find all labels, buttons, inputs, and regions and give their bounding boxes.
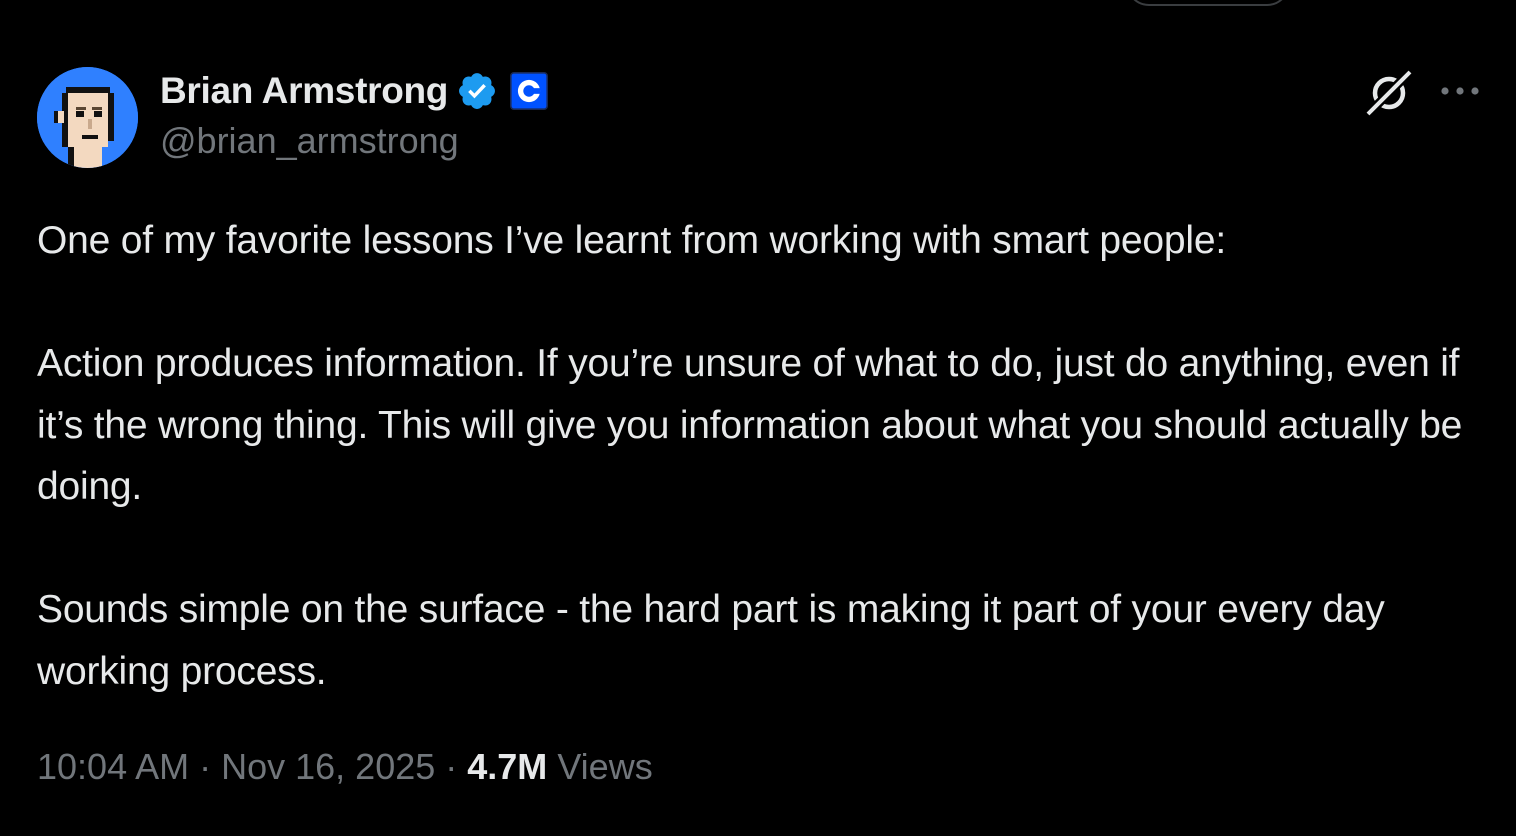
views-count[interactable]: 4.7M <box>467 746 547 787</box>
pixel-punk-avatar-icon <box>37 67 138 168</box>
views-label: Views <box>547 746 653 787</box>
more-options-icon[interactable] <box>1438 84 1482 98</box>
author-name-row: Brian Armstrong <box>160 68 549 114</box>
author-handle[interactable]: @brian_armstrong <box>160 120 459 162</box>
coinbase-logo-icon[interactable] <box>510 72 549 110</box>
tweet-body: One of my favorite lessons I’ve learnt f… <box>37 210 1487 702</box>
tweet-time[interactable]: 10:04 AM <box>37 746 189 787</box>
tweet-paragraph: One of my favorite lessons I’ve learnt f… <box>37 219 1226 262</box>
meta-separator: · <box>435 746 468 787</box>
avatar[interactable] <box>37 67 138 168</box>
tweet-paragraph: Sounds simple on the surface - the hard … <box>37 588 1385 693</box>
grok-icon[interactable] <box>1362 68 1416 118</box>
meta-separator: · <box>189 746 222 787</box>
verified-badge-icon[interactable] <box>456 70 498 112</box>
tweet-paragraph: Action produces information. If you’re u… <box>37 342 1463 508</box>
tweet-meta-row: 10:04 AM · Nov 16, 2025 · 4.7M Views <box>37 746 653 788</box>
tweet-detail-page: Brian Armstrong @brian_armstrong One of … <box>0 0 1516 836</box>
author-display-name[interactable]: Brian Armstrong <box>160 70 448 112</box>
tweet-date[interactable]: Nov 16, 2025 <box>221 746 435 787</box>
top-pill-button[interactable] <box>1126 0 1290 6</box>
